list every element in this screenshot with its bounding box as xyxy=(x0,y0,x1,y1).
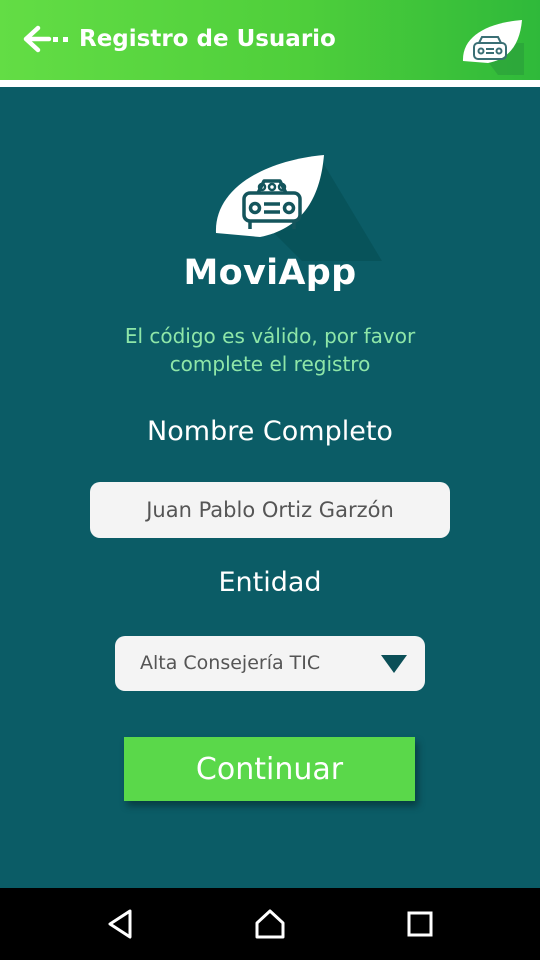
page-title: Registro de Usuario xyxy=(79,26,336,52)
leaf-car-logo-icon xyxy=(215,155,382,261)
nav-home-icon[interactable] xyxy=(252,906,288,942)
validation-message: El código es válido, por favor complete … xyxy=(70,322,470,378)
entity-selected-value: Alta Consejería TIC xyxy=(140,652,321,674)
continue-button[interactable]: Continuar xyxy=(124,737,415,801)
nav-back-icon[interactable] xyxy=(102,906,138,942)
message-line-1: El código es válido, por favor xyxy=(124,324,416,348)
system-nav-bar xyxy=(0,888,540,960)
nav-recents-icon[interactable] xyxy=(402,906,438,942)
leaf-car-logo-icon xyxy=(462,20,524,75)
back-button[interactable] xyxy=(22,22,74,56)
full-name-label: Nombre Completo xyxy=(147,416,393,447)
app-bar-divider xyxy=(0,80,540,87)
full-name-input[interactable] xyxy=(90,482,450,538)
app-name: MoviApp xyxy=(183,253,357,293)
app-bar: Registro de Usuario xyxy=(0,0,540,80)
message-line-2: complete el registro xyxy=(169,352,371,376)
triangle-down-icon xyxy=(381,655,407,673)
arrow-left-icon xyxy=(23,25,68,53)
entity-select[interactable]: Alta Consejería TIC xyxy=(115,636,425,691)
entity-label: Entidad xyxy=(218,567,322,598)
